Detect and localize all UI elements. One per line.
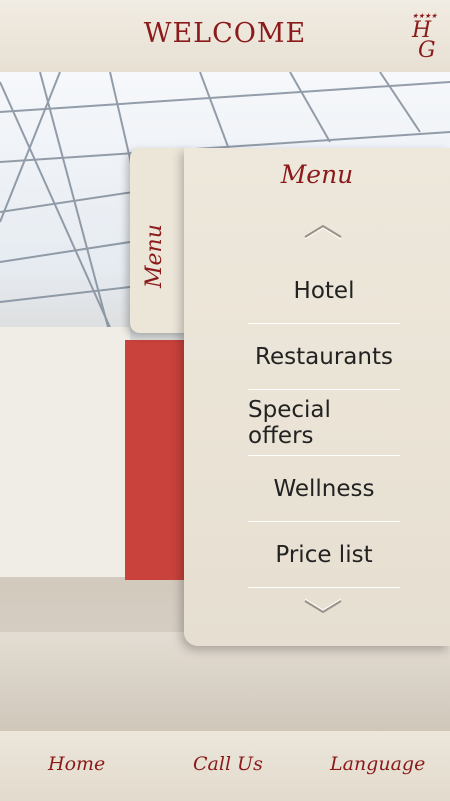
menu-item-wellness[interactable]: Wellness bbox=[248, 456, 400, 522]
menu-item-hotel[interactable]: Hotel bbox=[248, 258, 400, 324]
home-button[interactable]: Home bbox=[48, 753, 105, 775]
menu-tab[interactable]: Menu bbox=[130, 148, 190, 333]
hotel-logo[interactable]: ★★★★ H G bbox=[410, 12, 438, 64]
page-title: WELCOME bbox=[143, 18, 307, 49]
chevron-down-icon[interactable] bbox=[303, 598, 343, 616]
call-us-button[interactable]: Call Us bbox=[193, 753, 263, 775]
menu-title: Menu bbox=[280, 160, 354, 189]
bottom-nav: Home Call Us Language bbox=[0, 730, 450, 801]
menu-panel: Menu Hotel Restaurants Special offers We… bbox=[184, 148, 450, 646]
menu-item-restaurants[interactable]: Restaurants bbox=[248, 324, 400, 390]
atrium-floor bbox=[0, 632, 450, 730]
app-header: WELCOME ★★★★ H G bbox=[0, 0, 450, 73]
chevron-up-icon[interactable] bbox=[303, 222, 343, 240]
menu-item-price-list[interactable]: Price list bbox=[248, 522, 400, 588]
menu-list: Hotel Restaurants Special offers Wellnes… bbox=[248, 258, 400, 588]
language-button[interactable]: Language bbox=[330, 753, 425, 775]
menu-tab-label: Menu bbox=[142, 224, 167, 288]
logo-letter-g: G bbox=[418, 38, 436, 63]
building-facade bbox=[0, 327, 130, 577]
menu-item-special-offers[interactable]: Special offers bbox=[248, 390, 400, 456]
building-facade-red bbox=[125, 340, 185, 580]
